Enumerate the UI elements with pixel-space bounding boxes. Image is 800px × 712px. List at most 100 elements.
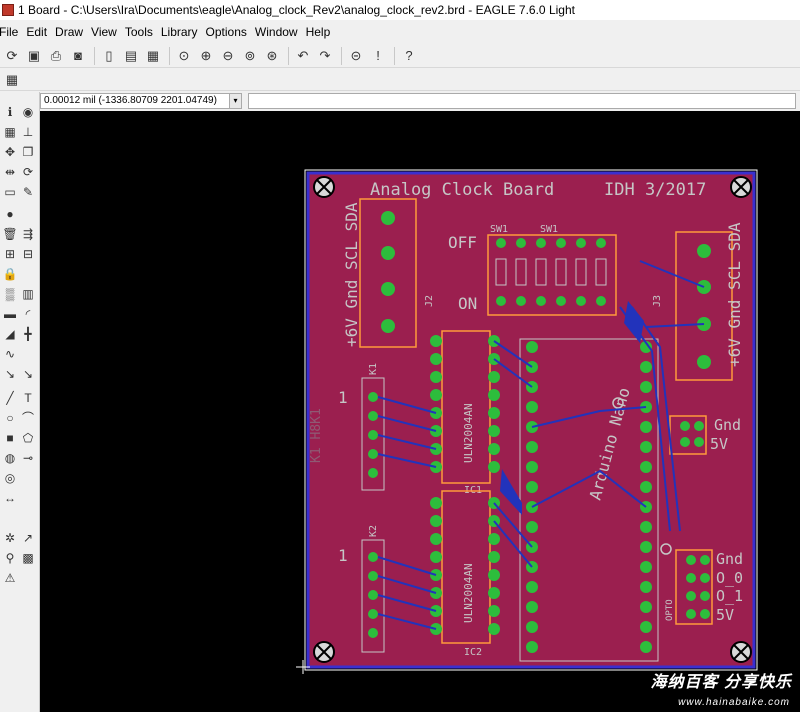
- script-icon[interactable]: ▤: [121, 46, 141, 66]
- menu-bar: File Edit Draw View Tools Library Option…: [0, 22, 800, 42]
- mirror-icon[interactable]: ⇹: [2, 164, 18, 180]
- change-icon[interactable]: ✎: [20, 184, 36, 200]
- menu-options[interactable]: Options: [206, 25, 255, 39]
- menu-draw[interactable]: Draw: [55, 25, 91, 39]
- coordinate-display[interactable]: 0.00012 mil (-1336.80709 2201.04749): [40, 93, 230, 109]
- stop-icon[interactable]: ⊝: [346, 46, 366, 66]
- toolbar-separator: [169, 46, 170, 65]
- lock-icon[interactable]: 🔒: [2, 266, 18, 282]
- go-icon[interactable]: !: [368, 46, 388, 66]
- zoom-out-icon[interactable]: ⊖: [218, 46, 238, 66]
- opto-gnd-label: Gnd: [716, 550, 743, 568]
- ic1-part: ULN2004AN: [462, 403, 475, 463]
- ic2-part: ULN2004AN: [462, 563, 475, 623]
- toolbar-separator: [394, 46, 395, 65]
- display-icon[interactable]: ▦: [2, 124, 18, 140]
- sw-on-label: ON: [458, 294, 477, 313]
- erc-icon[interactable]: ⚲: [2, 550, 18, 566]
- paste-icon[interactable]: ●: [2, 206, 18, 222]
- help-icon[interactable]: ?: [399, 46, 419, 66]
- board-canvas[interactable]: Analog Clock Board IDH 3/2017 +6V Gnd SC…: [40, 111, 800, 712]
- layer-toolbar: ▦: [0, 69, 800, 91]
- j2-label: J2: [424, 295, 435, 307]
- zoom-fit-icon[interactable]: ⊙: [174, 46, 194, 66]
- wire-icon[interactable]: ╱: [2, 390, 18, 406]
- rect-icon[interactable]: ■: [2, 430, 18, 446]
- circle-icon[interactable]: ○: [2, 410, 18, 426]
- errors-icon[interactable]: ⚠: [2, 570, 18, 586]
- k1-mirror-label: K1 H8K1: [309, 408, 324, 463]
- mark-icon[interactable]: ⊥: [20, 124, 36, 140]
- ratsnest-icon[interactable]: ✲: [2, 530, 18, 546]
- menu-view[interactable]: View: [91, 25, 125, 39]
- toolbar-separator: [341, 46, 342, 65]
- value-icon[interactable]: ⊟: [20, 246, 36, 262]
- open-icon[interactable]: ⟳: [2, 46, 22, 66]
- toolbar-separator: [94, 46, 95, 65]
- sw1a-label: SW1: [490, 224, 508, 235]
- move-icon[interactable]: ✥: [2, 144, 18, 160]
- ic2-label: IC2: [464, 647, 482, 658]
- chevron-down-icon[interactable]: ▾: [230, 93, 242, 109]
- menu-edit[interactable]: Edit: [26, 25, 55, 39]
- sw-off-label: OFF: [448, 233, 477, 252]
- menu-library[interactable]: Library: [161, 25, 206, 39]
- command-line-input[interactable]: [248, 93, 796, 109]
- autorouter-icon[interactable]: ↗: [20, 530, 36, 546]
- group-icon[interactable]: ▭: [2, 184, 18, 200]
- j2-pin-labels: +6V Gnd SCL SDA: [342, 202, 361, 347]
- main-toolbar: ⟳ ▣ ⎙ ◙ ▯ ▤ ▦ ⊙ ⊕ ⊖ ⊚ ⊛ ↶ ↷ ⊝ ! ?: [0, 44, 800, 68]
- j3-label: J3: [652, 295, 663, 307]
- pin-icon[interactable]: ╋: [20, 326, 36, 342]
- menu-help[interactable]: Help: [306, 25, 339, 39]
- watermark: 海纳百客 分享快乐: [650, 674, 792, 691]
- split-icon[interactable]: ▥: [20, 286, 36, 302]
- window-title: 1 Board - C:\Users\Ira\Documents\eagle\A…: [18, 3, 575, 17]
- optimize-icon[interactable]: ▬: [2, 306, 18, 322]
- cam-icon[interactable]: ◙: [68, 46, 88, 66]
- redo-icon[interactable]: ↷: [315, 46, 335, 66]
- opto-o1-label: O_1: [716, 587, 743, 605]
- dimension-icon[interactable]: ↔: [2, 490, 18, 506]
- name-icon[interactable]: ⊞: [2, 246, 18, 262]
- command-toolbar: ℹ ◉ ▦ ⊥ ✥ ❐ ⇹ ⟳ ▭ ✎ ● 🗑 ⇶ ⊞ ⊟ 🔒 ▒ ▥ ▬ ◜ …: [0, 92, 40, 712]
- switch-to-schematic-icon[interactable]: ▯: [99, 46, 119, 66]
- menu-window[interactable]: Window: [255, 25, 306, 39]
- signal-icon[interactable]: ⊸: [20, 450, 36, 466]
- save-icon[interactable]: ▣: [24, 46, 44, 66]
- menu-file[interactable]: File: [0, 25, 26, 39]
- smash-icon[interactable]: ▒: [2, 286, 18, 302]
- meander-icon[interactable]: ◢: [2, 326, 18, 342]
- show-icon[interactable]: ◉: [20, 104, 36, 120]
- copy-icon[interactable]: ❐: [20, 144, 36, 160]
- sw1b-label: SW1: [540, 224, 558, 235]
- arc-icon[interactable]: ⌒: [20, 410, 36, 426]
- board-title: Analog Clock Board: [370, 180, 554, 200]
- k1-label: K1: [368, 363, 379, 375]
- rotate-icon[interactable]: ⟳: [20, 164, 36, 180]
- zoom-in-icon[interactable]: ⊕: [196, 46, 216, 66]
- grid-icon[interactable]: ▦: [2, 70, 22, 90]
- watermark-url: www.hainabaike.com: [678, 697, 790, 708]
- route-icon[interactable]: ↘: [2, 366, 18, 382]
- ulp-icon[interactable]: ▦: [143, 46, 163, 66]
- text-icon[interactable]: T: [20, 390, 36, 406]
- print-icon[interactable]: ⎙: [46, 46, 66, 66]
- delete-icon[interactable]: 🗑: [2, 226, 18, 242]
- info-icon[interactable]: ℹ: [2, 104, 18, 120]
- redraw-icon[interactable]: ⊚: [240, 46, 260, 66]
- power-gnd-label: Gnd: [714, 416, 741, 434]
- undo-icon[interactable]: ↶: [293, 46, 313, 66]
- wave-icon[interactable]: ∿: [2, 346, 18, 362]
- miter-icon[interactable]: ◜: [20, 306, 36, 322]
- zoom-select-icon[interactable]: ⊛: [262, 46, 282, 66]
- menu-tools[interactable]: Tools: [125, 25, 161, 39]
- ripup-icon[interactable]: ↘: [20, 366, 36, 382]
- drc-icon[interactable]: ▩: [20, 550, 36, 566]
- add-icon[interactable]: ⇶: [20, 226, 36, 242]
- opto-o0-label: O_0: [716, 569, 743, 587]
- opto-label: OPTO: [665, 599, 675, 621]
- hole-icon[interactable]: ◎: [2, 470, 18, 486]
- via-icon[interactable]: ◍: [2, 450, 18, 466]
- polygon-icon[interactable]: ⬠: [20, 430, 36, 446]
